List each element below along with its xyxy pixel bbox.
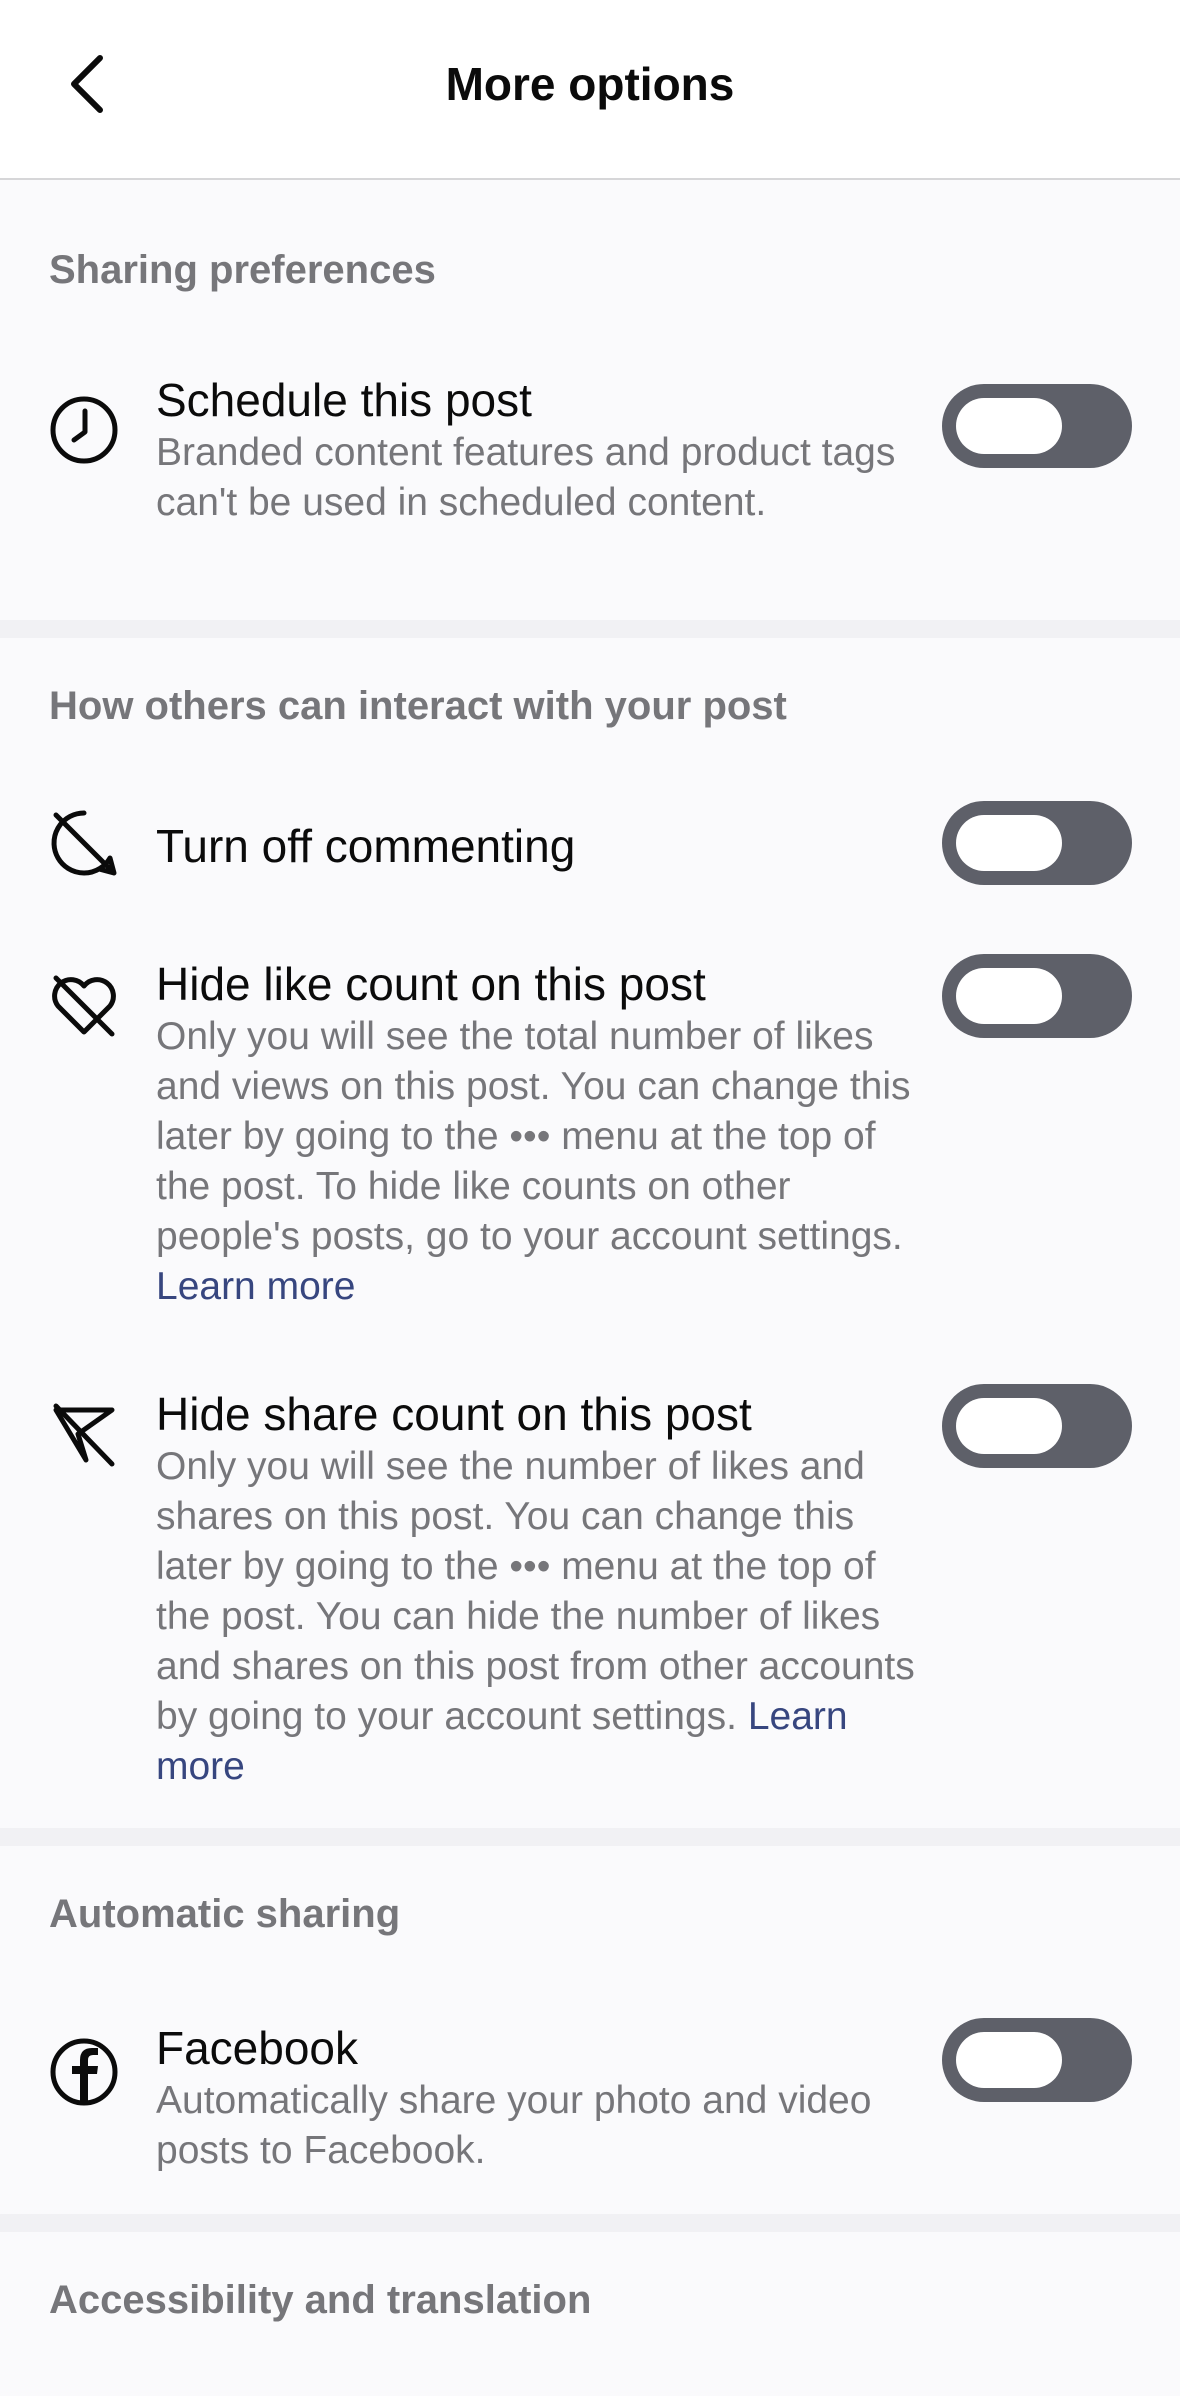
hide-like-count-toggle[interactable] [942,954,1132,1038]
section-divider [0,2214,1180,2232]
hide-share-count-row: Hide share count on this post Only you w… [0,1384,1180,1808]
section-title: Accessibility and translation [49,2278,592,2322]
clock-icon [48,394,120,466]
turn-off-commenting-toggle[interactable] [942,801,1132,885]
section-title: Automatic sharing [49,1892,401,1936]
turn-off-commenting-row: Turn off commenting [0,798,1180,888]
facebook-row: Facebook Automatically share your photo … [0,2018,1180,2192]
toggle-knob [956,2032,1062,2088]
hide-share-count-label: Hide share count on this post [156,1388,752,1440]
section-accessibility: Accessibility and translation [0,2232,1180,2396]
hide-like-count-row: Hide like count on this post Only you wi… [0,954,1180,1318]
learn-more-link[interactable]: Learn more [156,1265,355,1308]
schedule-post-label: Schedule this post [156,374,532,426]
section-title: Sharing preferences [49,248,436,292]
comment-off-icon [48,807,120,879]
toggle-knob [956,968,1062,1024]
facebook-icon [48,2036,120,2108]
facebook-toggle[interactable] [942,2018,1132,2102]
hide-like-count-text: Only you will see the total number of li… [156,1015,911,1258]
facebook-description: Automatically share your photo and video… [156,2079,872,2172]
hide-like-count-label: Hide like count on this post [156,958,706,1010]
toggle-knob [956,1398,1062,1454]
section-interaction: How others can interact with your post T… [0,638,1180,1828]
section-divider [0,1828,1180,1846]
heart-off-icon [48,968,120,1040]
schedule-post-description: Branded content features and product tag… [156,431,896,524]
toggle-knob [956,398,1062,454]
toggle-knob [956,815,1062,871]
section-sharing-preferences: Sharing preferences Schedule this post B… [0,182,1180,620]
page-title: More options [445,58,735,110]
schedule-post-toggle[interactable] [942,384,1132,468]
hide-like-count-description: Only you will see the total number of li… [156,1012,916,1312]
hide-share-count-toggle[interactable] [942,1384,1132,1468]
hide-share-count-description: Only you will see the number of likes an… [156,1442,916,1792]
header-bar: More options [0,0,1180,180]
share-off-icon [48,1398,120,1470]
section-automatic-sharing: Automatic sharing Facebook Automatically… [0,1846,1180,2214]
turn-off-commenting-label: Turn off commenting [156,820,576,872]
section-divider [0,620,1180,638]
section-title: How others can interact with your post [49,684,787,728]
schedule-post-row: Schedule this post Branded content featu… [0,374,1180,594]
facebook-label: Facebook [156,2022,359,2074]
